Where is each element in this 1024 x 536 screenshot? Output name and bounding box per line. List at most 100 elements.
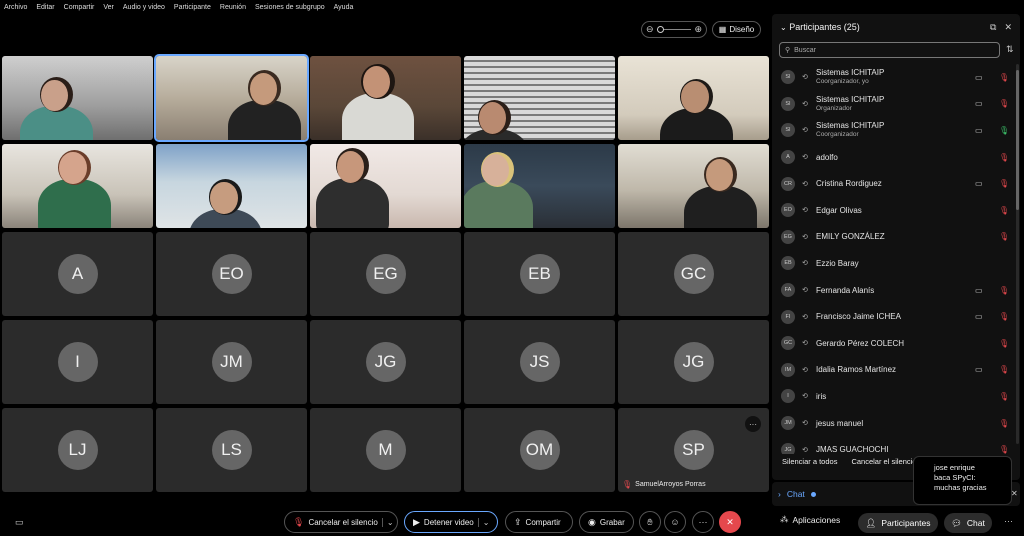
- avatar-tile[interactable]: OM: [464, 408, 615, 492]
- avatar-tile[interactable]: LJ: [2, 408, 153, 492]
- avatar-tile[interactable]: M: [310, 408, 461, 492]
- camera-feed: [464, 144, 615, 228]
- sort-icon[interactable]: ⇅: [1006, 44, 1014, 55]
- avatar-tile[interactable]: LS: [156, 408, 307, 492]
- unmute-all-button[interactable]: Cancelar el silencio: [851, 457, 916, 466]
- scrollbar-thumb[interactable]: [1016, 70, 1019, 210]
- menu-item[interactable]: Editar: [36, 4, 54, 11]
- video-tile[interactable]: [618, 144, 769, 228]
- chat-message-toast[interactable]: jose enrique baca SPyCI: muchas gracias: [913, 456, 1012, 505]
- unmute-button[interactable]: 🎙︎ Cancelar el silencio ⌄: [284, 511, 398, 533]
- close-icon[interactable]: ✕: [1011, 489, 1018, 498]
- more-options-icon[interactable]: ···: [692, 511, 714, 533]
- participant-row[interactable]: FA ⟲ Fernanda Alanís ▭ 🎙︎: [772, 277, 1020, 304]
- menu-item[interactable]: Compartir: [64, 4, 95, 11]
- participant-row[interactable]: FI ⟲ Francisco Jaime ICHEA ▭ 🎙︎: [772, 303, 1020, 330]
- avatar-tile[interactable]: A: [2, 232, 153, 316]
- avatar-tile[interactable]: JS: [464, 320, 615, 404]
- video-tile[interactable]: [464, 144, 615, 228]
- record-button[interactable]: ◉ Grabar: [579, 511, 634, 533]
- avatar-tile[interactable]: JG: [618, 320, 769, 404]
- video-tile[interactable]: [2, 144, 153, 228]
- participant-row[interactable]: IM ⟲ Idalia Ramos Martínez ▭ 🎙︎: [772, 357, 1020, 384]
- zoom-control[interactable]: ⊖ ⊕: [641, 21, 707, 38]
- menu-item[interactable]: Reunión: [220, 4, 246, 11]
- close-icon[interactable]: ✕: [1004, 22, 1012, 33]
- mic-muted-icon[interactable]: 🎙︎: [999, 179, 1009, 188]
- zoom-slider-knob[interactable]: [656, 26, 664, 33]
- mic-muted-icon[interactable]: 🎙︎: [999, 445, 1009, 454]
- apps-button[interactable]: ⁂ Aplicaciones: [780, 514, 840, 525]
- avatar-tile[interactable]: I: [2, 320, 153, 404]
- participant-row[interactable]: GC ⟲ Gerardo Pérez COLECH 🎙︎: [772, 330, 1020, 357]
- zoom-out-icon[interactable]: ⊖: [646, 24, 654, 35]
- popout-icon[interactable]: ⧉: [990, 22, 996, 33]
- participant-row[interactable]: I ⟲ iris 🎙︎: [772, 383, 1020, 410]
- tile-more-options-icon[interactable]: ···: [745, 416, 761, 432]
- menu-item[interactable]: Sesiones de subgrupo: [255, 4, 325, 11]
- participant-row[interactable]: CR ⟲ Cristina Rordiguez ▭ 🎙︎: [772, 170, 1020, 197]
- video-tile[interactable]: [464, 56, 615, 140]
- menu-item[interactable]: Ver: [103, 4, 114, 11]
- video-tile[interactable]: [310, 56, 461, 140]
- video-tile[interactable]: [618, 56, 769, 140]
- end-call-icon[interactable]: ✕: [719, 511, 741, 533]
- reactions-icon[interactable]: ☺: [664, 511, 686, 533]
- mute-all-button[interactable]: Silenciar a todos: [782, 457, 837, 466]
- search-input[interactable]: ⚲ Buscar: [779, 42, 1000, 58]
- avatar-tile[interactable]: EB: [464, 232, 615, 316]
- avatar-tile[interactable]: SP 🎙︎ SamuelArroyos Porras ···: [618, 408, 769, 492]
- menu-item[interactable]: Audio y video: [123, 4, 165, 11]
- mic-muted-icon[interactable]: 🎙︎: [999, 153, 1009, 162]
- more-options-icon[interactable]: ···: [1004, 516, 1013, 526]
- menu-item[interactable]: Ayuda: [334, 4, 354, 11]
- video-tile[interactable]: [2, 56, 153, 140]
- participant-row[interactable]: EG ⟲ EMILY GONZÁLEZ 🎙︎: [772, 224, 1020, 251]
- captions-icon[interactable]: ▭: [15, 517, 24, 528]
- participant-row[interactable]: A ⟲ adolfo 🎙︎: [772, 144, 1020, 171]
- chevron-down-icon[interactable]: ⌄: [477, 517, 489, 527]
- chat-button-label: Chat: [966, 518, 985, 528]
- mic-on-icon[interactable]: 🎙︎: [999, 126, 1009, 135]
- participants-scrollbar[interactable]: [1016, 64, 1019, 444]
- mic-muted-icon[interactable]: 🎙︎: [999, 206, 1009, 215]
- participant-row[interactable]: EO ⟲ Edgar Olivas 🎙︎: [772, 197, 1020, 224]
- participants-panel-footer: Silenciar a todos Cancelar el silencio: [782, 457, 917, 466]
- video-tile[interactable]: [154, 54, 309, 142]
- menu-item[interactable]: Participante: [174, 4, 211, 11]
- chevron-down-icon[interactable]: ⌄: [381, 517, 394, 527]
- zoom-slider[interactable]: [656, 26, 692, 33]
- avatar-tile[interactable]: JG: [310, 320, 461, 404]
- menu-item[interactable]: Archivo: [4, 4, 27, 11]
- layout-button[interactable]: ▦ Diseño: [712, 21, 761, 38]
- collapse-icon[interactable]: ⌄: [780, 23, 787, 32]
- participant-row[interactable]: SI ⟲ Sistemas ICHITAIP Organizador ▭ 🎙︎: [772, 91, 1020, 118]
- participant-row[interactable]: EB ⟲ Ezzio Baray: [772, 250, 1020, 277]
- participant-row[interactable]: JG ⟲ JMAS GUACHOCHI 🎙︎: [772, 436, 1020, 454]
- participants-button[interactable]: 👤︎ Participantes: [858, 513, 938, 533]
- zoom-in-icon[interactable]: ⊕: [694, 24, 702, 35]
- chevron-right-icon[interactable]: ›: [778, 489, 781, 499]
- mic-muted-icon[interactable]: 🎙︎: [999, 312, 1009, 321]
- mic-muted-icon[interactable]: 🎙︎: [999, 232, 1009, 241]
- raise-hand-icon[interactable]: ✋︎: [639, 511, 661, 533]
- participant-row[interactable]: SI ⟲ Sistemas ICHITAIP Coorganizador, yo ▭ 🎙︎: [772, 64, 1020, 91]
- mic-muted-icon[interactable]: 🎙︎: [999, 339, 1009, 348]
- avatar-tile[interactable]: GC: [618, 232, 769, 316]
- share-button[interactable]: ⇪ Compartir: [505, 511, 573, 533]
- mic-muted-icon[interactable]: 🎙︎: [999, 73, 1009, 82]
- chat-button[interactable]: 💬︎ Chat: [944, 513, 992, 533]
- avatar-tile[interactable]: EO: [156, 232, 307, 316]
- mic-muted-icon[interactable]: 🎙︎: [999, 392, 1009, 401]
- avatar-tile[interactable]: EG: [310, 232, 461, 316]
- participant-row[interactable]: SI ⟲ Sistemas ICHITAIP Coorganizador ▭ 🎙︎: [772, 117, 1020, 144]
- mic-muted-icon[interactable]: 🎙︎: [999, 286, 1009, 295]
- mic-muted-icon[interactable]: 🎙︎: [999, 419, 1009, 428]
- avatar-tile[interactable]: JM: [156, 320, 307, 404]
- video-tile[interactable]: [156, 144, 307, 228]
- mic-muted-icon[interactable]: 🎙︎: [999, 365, 1009, 374]
- video-tile[interactable]: [310, 144, 461, 228]
- participant-row[interactable]: JM ⟲ jesus manuel 🎙︎: [772, 410, 1020, 437]
- stop-video-button[interactable]: ▶︎ Detener video ⌄: [404, 511, 498, 533]
- mic-muted-icon[interactable]: 🎙︎: [999, 99, 1009, 108]
